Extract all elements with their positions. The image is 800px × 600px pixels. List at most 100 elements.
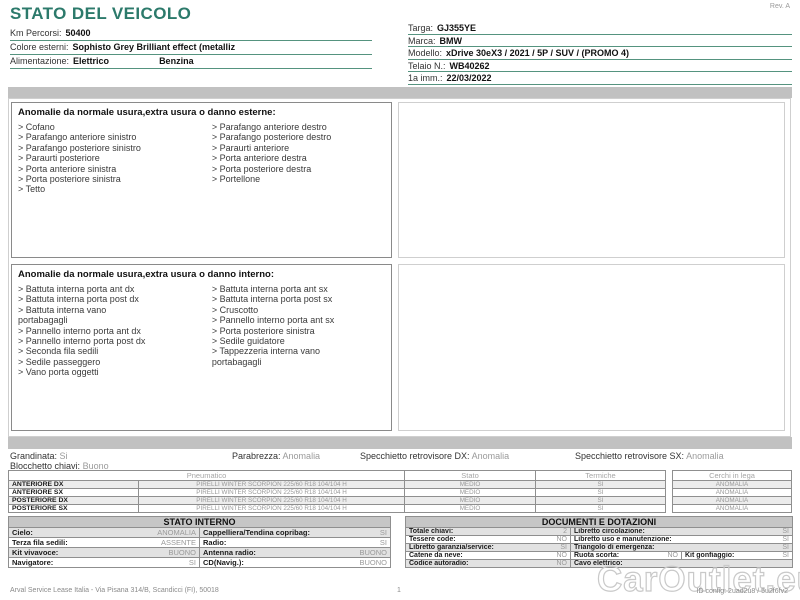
kv-value: SI [188, 558, 196, 567]
tyres-header-termiche: Termiche [535, 470, 667, 481]
internal-anomalies-col-right: > Battuta interna porta ant sx > Battuta… [212, 284, 385, 378]
tyre-stato: MEDIO [404, 496, 537, 505]
field-value: WB40262 [449, 60, 490, 71]
anomaly-item: > Paraurti posteriore [18, 153, 100, 164]
field-value: xDrive 30eX3 / 2021 / 5P / SUV / (PROMO … [446, 48, 629, 58]
tyre-termiche: SI [535, 496, 667, 505]
stato-interno-row: Navigatore: SI CD(Navig.): BUONO [8, 557, 391, 568]
condition-label: Specchietto retrovisore DX: [360, 451, 470, 461]
stato-interno-row: Cielo: ANOMALIA Cappelliera/Tendina copri… [8, 527, 391, 538]
stato-interno-header-row: STATO INTERNO [8, 516, 391, 528]
tyre-row: POSTERIORE DX PIRELLI WINTER SCORPION 22… [8, 496, 667, 505]
anomaly-item: > Cruscotto [211, 304, 259, 315]
footer-page-number: 1 [397, 587, 401, 594]
tyre-stato: MEDIO [404, 504, 537, 513]
kv-label: Kit gonfiaggio: [685, 552, 735, 559]
condition-specchietto-dx: Specchietto retrovisore DX: Anomalia [360, 451, 509, 461]
condition-label: Parabrezza: [232, 451, 281, 461]
kv-value: SI [379, 528, 387, 537]
kv-label: Antenna radio: [203, 548, 256, 557]
field-telaio: Telaio N.: WB40262 [408, 60, 792, 72]
external-notes-empty-box [398, 102, 785, 258]
kv-cell: Cielo: ANOMALIA [8, 527, 200, 538]
kv-value: NO [556, 536, 568, 543]
field-prima-immatricolazione: 1a imm.: 22/03/2022 [408, 72, 792, 85]
tyre-position: POSTERIORE SX [8, 504, 139, 513]
field-label: Km Percorsi: [10, 28, 62, 38]
anomaly-item: > Battuta interna porta ant dx [18, 284, 135, 294]
kv-value: NO [667, 552, 679, 559]
kv-cell: Antenna radio: BUONO [199, 547, 391, 558]
anomaly-item: > Seconda fila sedili [18, 346, 99, 357]
anomaly-item: > Parafango posteriore sinistro [18, 142, 141, 153]
tyres-table: Pneumatico Stato Termiche ANTERIORE DX P… [7, 470, 667, 513]
kv-label: Catene da neve: [409, 552, 463, 559]
kv-value: ASSENTE [160, 538, 196, 547]
kv-value: BUONO [359, 548, 387, 557]
stato-interno-row: Kit vivavoce: BUONO Antenna radio: BUONO [8, 547, 391, 558]
external-anomalies-box: Anomalie da normale usura,extra usura o … [11, 102, 392, 258]
documenti-header-row: DOCUMENTI E DOTAZIONI [404, 516, 794, 528]
field-label: Telaio N.: [408, 60, 446, 71]
anomaly-item: > Parafango anteriore sinistro [18, 132, 137, 143]
anomaly-item: > Paraurti anteriore [211, 142, 290, 153]
kv-label: Codice autoradio: [409, 560, 469, 567]
field-value: GJ355YE [437, 23, 477, 33]
anomaly-item: > Cofano [18, 122, 55, 132]
field-value-fuel-1: Elettrico [73, 56, 110, 66]
tyre-position: ANTERIORE SX [8, 488, 139, 497]
anomaly-item: > Porta posteriore sinistra [18, 174, 121, 185]
cerchi-row: ANOMALIA [672, 480, 792, 489]
kv-cell: Kit gonfiaggio: SI [680, 551, 794, 560]
cerchi-value: ANOMALIA [672, 480, 792, 489]
documenti-dotazioni-table: DOCUMENTI E DOTAZIONI Totale chiavi: 2 Li… [404, 516, 794, 568]
condition-summary: Grandinata: Si Parabrezza: Anomalia Spec… [0, 451, 800, 471]
kv-cell: Cappelliera/Tendina copribag: SI [199, 527, 391, 538]
stato-interno-title: STATO INTERNO [8, 516, 391, 528]
stato-interno-row: Terza fila sedili: ASSENTE Radio: SI [8, 537, 391, 548]
documenti-row: Libretto garanzia/service: SI Triangolo d… [405, 543, 794, 552]
revision-label: Rev. A [769, 3, 790, 10]
kv-value: SI [782, 544, 790, 551]
kv-value: SI [782, 536, 790, 543]
condition-specchietto-sx: Specchietto retrovisore SX: Anomalia [575, 451, 724, 461]
kv-cell: Navigatore: SI [8, 557, 200, 568]
kv-value: BUONO [359, 558, 387, 567]
anomaly-item: > Portellone [211, 174, 261, 185]
kv-cell: CD(Navig.): BUONO [199, 557, 391, 568]
tyre-row: ANTERIORE DX PIRELLI WINTER SCORPION 225… [8, 480, 667, 489]
footer-id-config: ID config: 2uad2u8 / 5u2f6fv2 [696, 588, 788, 595]
anomaly-item: > Parafango anteriore destro [211, 122, 327, 132]
tyre-position: ANTERIORE DX [8, 480, 139, 489]
page-title: STATO DEL VEICOLO [10, 4, 192, 23]
field-colore-esterni: Colore esterni: Sophisto Grey Brilliant e… [10, 41, 372, 55]
field-km-percorsi: Km Percorsi: 50400 [10, 27, 372, 41]
tyre-description: PIRELLI WINTER SCORPION 225/60 R18 104/1… [137, 504, 406, 513]
header-right-fields: Targa: GJ355YE Marca: BMW Modello: xDrive 3… [408, 22, 792, 85]
external-anomalies-col-right: > Parafango anteriore destro > Parafango… [212, 122, 385, 195]
anomaly-item: > Battuta interna porta ant sx [211, 284, 328, 294]
anomaly-item: > Tetto [18, 184, 46, 195]
kv-cell: Kit vivavoce: BUONO [8, 547, 200, 558]
kv-label: Tessere code: [409, 536, 456, 543]
field-alimentazione: Alimentazione: Elettrico Benzina [10, 55, 372, 69]
kv-cell: Libretto circolazione: SI [569, 527, 794, 536]
kv-label: Cielo: [12, 528, 33, 537]
kv-label: Triangolo di emergenza: [574, 544, 655, 551]
cerchi-in-lega-table: Cerchi in lega ANOMALIA ANOMALIA ANOMALI… [672, 470, 792, 513]
documenti-title: DOCUMENTI E DOTAZIONI [404, 516, 794, 528]
kv-cell: Libretto garanzia/service: SI [405, 543, 571, 552]
kv-value: SI [782, 528, 790, 535]
condition-value: Si [59, 451, 68, 461]
cerchi-row: ANOMALIA [672, 488, 792, 497]
field-value: 22/03/2022 [446, 73, 492, 83]
anomaly-item: > Battuta interna porta post dx [18, 294, 139, 305]
kv-cell: Cavo elettrico: [569, 559, 794, 568]
field-label: 1a imm.: [408, 73, 443, 83]
external-anomalies-list: > Cofano > Parafango anteriore sinistro … [12, 121, 391, 196]
tyre-row: ANTERIORE SX PIRELLI WINTER SCORPION 225… [8, 488, 667, 497]
tyre-stato: MEDIO [404, 488, 537, 497]
cerchi-header: Cerchi in lega [672, 470, 792, 481]
kv-cell: Totale chiavi: 2 [405, 527, 571, 536]
tyres-header-stato: Stato [404, 470, 537, 481]
